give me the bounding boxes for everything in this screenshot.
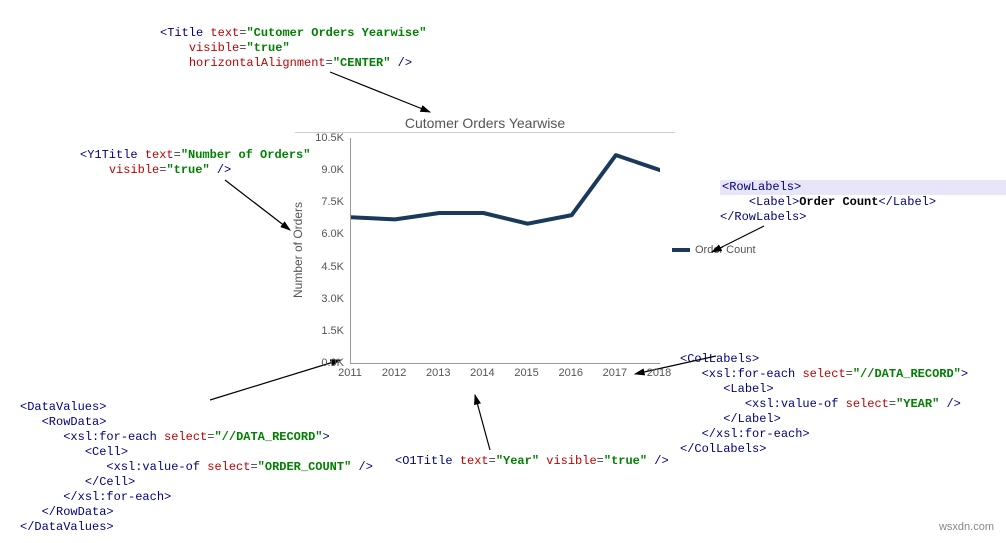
legend-swatch (672, 248, 690, 252)
x-tick: 2014 (470, 367, 494, 379)
y-tick: 1.5K (321, 325, 344, 337)
y-tick: 10.5K (315, 132, 344, 144)
y-tick: 9.0K (321, 164, 344, 176)
plot-area (350, 138, 660, 364)
y-tick: 6.0K (321, 228, 344, 240)
x-tick: 2011 (338, 367, 362, 379)
snippet-y1title: <Y1Title text="Number of Orders" visible… (80, 148, 310, 178)
y-axis-label: Number of Orders (291, 202, 305, 298)
x-tick: 2016 (558, 367, 582, 379)
snippet-title: <Title text="Cutomer Orders Yearwise" vi… (160, 26, 426, 71)
y-tick: 7.5K (321, 196, 344, 208)
legend-label: Order Count (695, 244, 756, 256)
x-tick: 2013 (426, 367, 450, 379)
x-tick: 2017 (603, 367, 627, 379)
y-tick: 4.5K (321, 261, 344, 273)
y-tick: 3.0K (321, 293, 344, 305)
snippet-rowlabels: <RowLabels> <Label>Order Count</Label> <… (720, 180, 1006, 225)
snippet-collabels: <ColLabels> <xsl:for-each select="//DATA… (680, 352, 968, 457)
snippet-datavalues: <DataValues> <RowData> <xsl:for-each sel… (20, 400, 373, 535)
chart-title: Cutomer Orders Yearwise (295, 115, 675, 131)
x-tick: 2015 (514, 367, 538, 379)
watermark: wsxdn.com (939, 521, 994, 533)
legend: Order Count (672, 244, 756, 256)
x-tick: 2018 (647, 367, 671, 379)
x-tick: 2012 (382, 367, 406, 379)
snippet-o1title: <O1Title text="Year" visible="true" /> (395, 454, 669, 469)
